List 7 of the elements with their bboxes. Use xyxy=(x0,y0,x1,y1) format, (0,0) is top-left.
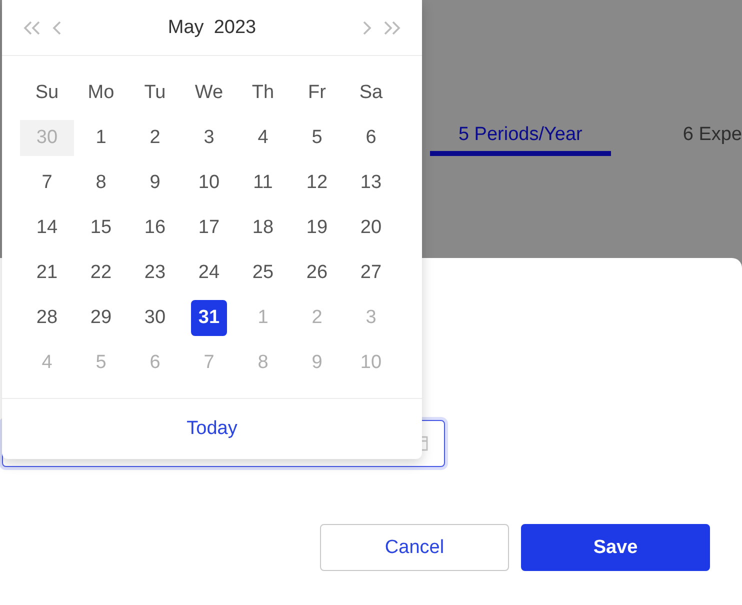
weekday-label: We xyxy=(194,82,224,104)
weekday-label: Sa xyxy=(359,82,383,104)
weekday-label: Su xyxy=(35,82,59,104)
weekday-label: Fr xyxy=(308,82,326,104)
weekday-label: Th xyxy=(252,82,274,104)
weekday-label: Mo xyxy=(88,82,114,104)
weekday-label: Tu xyxy=(144,82,166,104)
